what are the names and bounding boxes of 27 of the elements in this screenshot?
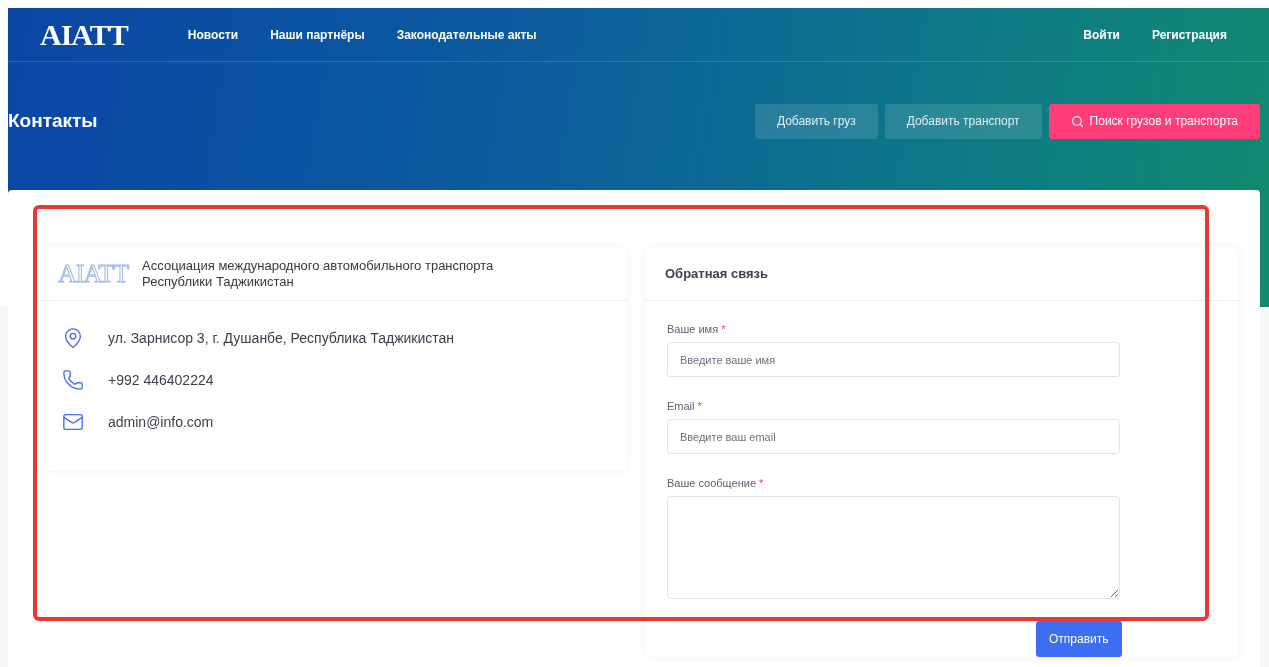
search-icon xyxy=(1070,114,1084,128)
field-label: Ваше имя * xyxy=(667,323,727,335)
page-title: Контакты xyxy=(8,110,99,132)
contact-text: ул. Зарнисор 3, г. Душанбе, Республика Таджикистан xyxy=(108,329,455,348)
action-button[interactable]: Добавить груз xyxy=(754,103,878,139)
nav-link[interactable]: Новости xyxy=(187,27,239,42)
phone-icon xyxy=(62,369,84,391)
search-button[interactable]: Поиск грузов и транспорта xyxy=(1048,103,1260,139)
auth-link[interactable]: Регистрация xyxy=(1151,27,1227,42)
contact-text: +992 446402224 xyxy=(108,371,214,390)
contact-text: admin@info.com xyxy=(108,413,214,432)
field-label: Ваше сообщение * xyxy=(667,477,765,489)
location-pin-icon xyxy=(62,327,84,349)
field-label: Email * xyxy=(667,400,703,412)
input-field[interactable]: Введите ваше имя xyxy=(667,342,1120,377)
input-field[interactable]: Введите ваш email xyxy=(667,419,1120,454)
envelope-icon xyxy=(62,411,84,433)
auth-link[interactable]: Войти xyxy=(1083,27,1120,42)
nav-link[interactable]: Законодательные акты xyxy=(396,27,537,42)
panel-title: Обратная связь xyxy=(665,266,769,281)
message-field[interactable] xyxy=(667,496,1120,599)
nav-link[interactable]: Наши партнёры xyxy=(270,27,365,42)
submit-button[interactable]: Отправить xyxy=(1036,621,1122,657)
site-logo[interactable]: AIATT xyxy=(40,17,128,52)
organization-logo: AIATT xyxy=(58,258,129,289)
organization-name: Ассоциация международного автомобильного транспорта Республики Таджикистан xyxy=(142,257,495,290)
action-button[interactable]: Добавить транспорт xyxy=(884,103,1042,139)
